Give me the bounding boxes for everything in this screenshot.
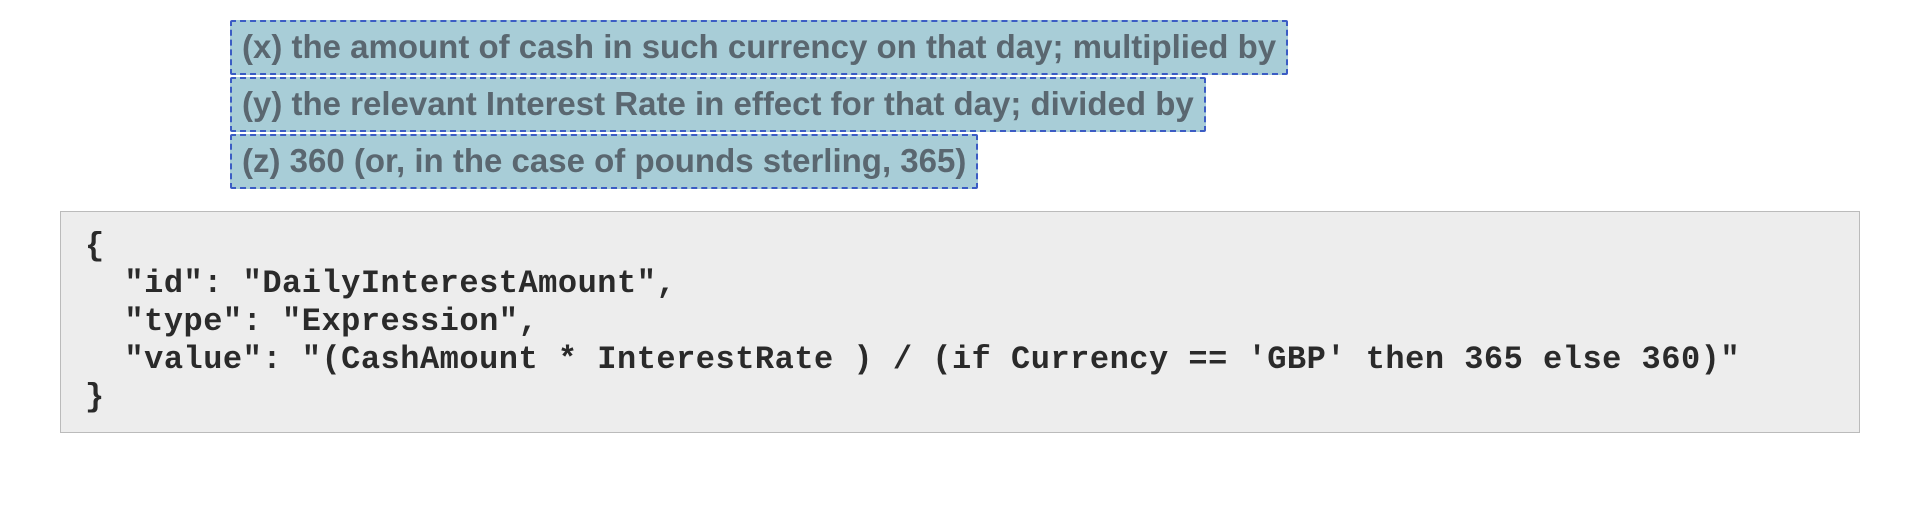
code-line-2: "id": "DailyInterestAmount",: [85, 265, 676, 302]
definition-y: (y) the relevant Interest Rate in effect…: [230, 77, 1206, 132]
definitions-block: (x) the amount of cash in such currency …: [230, 20, 1860, 191]
code-line-5: }: [85, 379, 105, 416]
definition-x: (x) the amount of cash in such currency …: [230, 20, 1288, 75]
code-line-3: "type": "Expression",: [85, 303, 538, 340]
code-line-4: "value": "(CashAmount * InterestRate ) /…: [85, 341, 1740, 378]
code-line-1: {: [85, 228, 105, 265]
definition-z: (z) 360 (or, in the case of pounds sterl…: [230, 134, 978, 189]
code-block: { "id": "DailyInterestAmount", "type": "…: [60, 211, 1860, 434]
